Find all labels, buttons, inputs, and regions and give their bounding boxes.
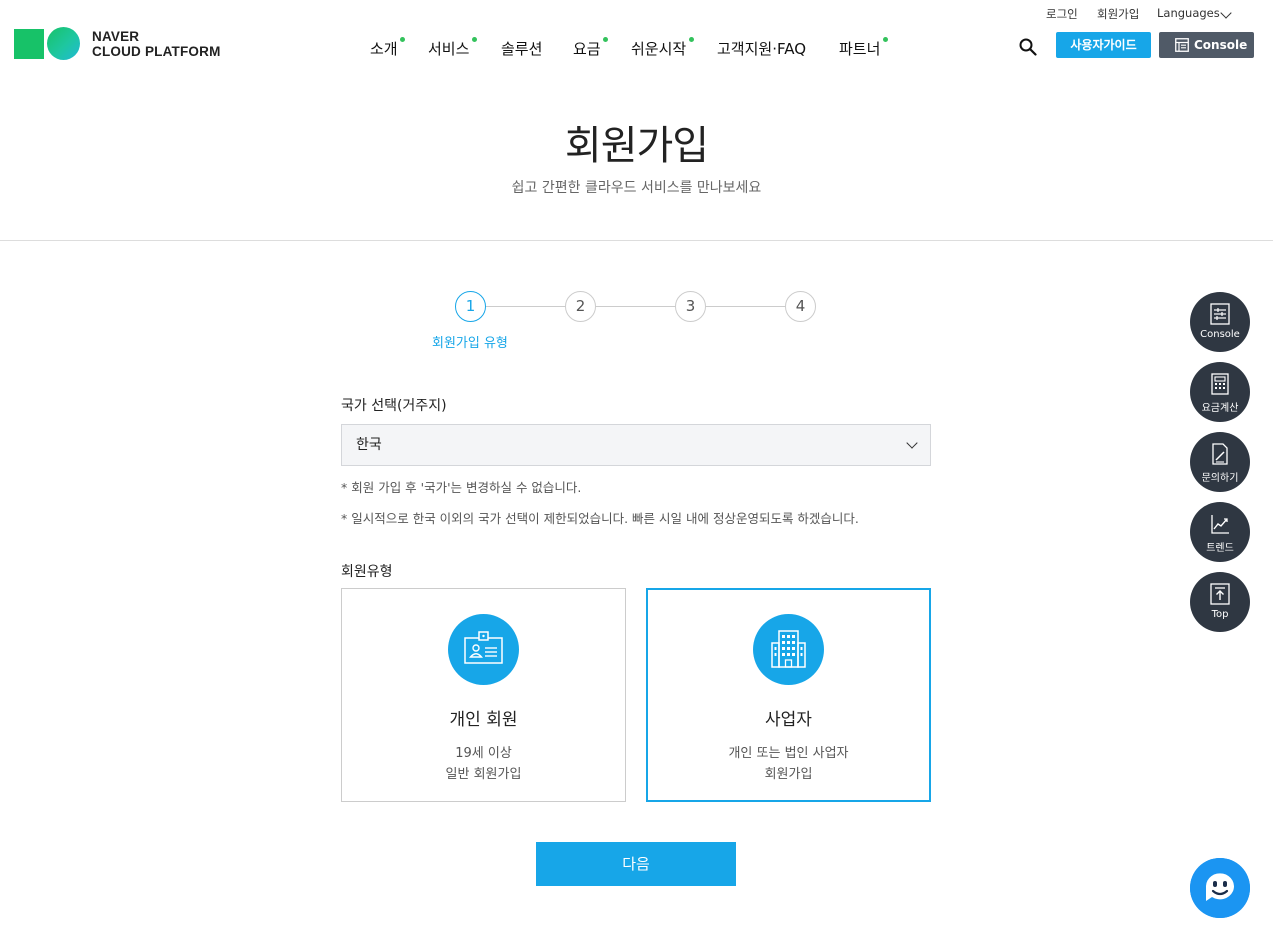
side-menu-label: 문의하기 (1201, 473, 1239, 484)
side-menu-label: Console (1200, 329, 1240, 340)
section-divider (0, 240, 1273, 241)
side-menu-trend[interactable]: 트렌드 (1190, 502, 1250, 562)
logo[interactable]: NAVER CLOUD PLATFORM (14, 27, 221, 60)
card-title: 개인 회원 (449, 710, 518, 730)
logo-text-line1: NAVER (92, 28, 140, 44)
nav-item-services[interactable]: 서비스 (428, 37, 477, 59)
next-button[interactable]: 다음 (536, 842, 736, 886)
step-connector (596, 306, 676, 307)
step-1: 1 (455, 291, 486, 322)
side-menu-inquiry[interactable]: 문의하기 (1190, 432, 1250, 492)
nav-item-support-faq[interactable]: 고객지원·FAQ (717, 38, 806, 59)
chevron-down-icon (906, 437, 918, 449)
step-connector (706, 306, 786, 307)
id-card-icon (448, 614, 519, 685)
nav-item-intro[interactable]: 소개 (370, 37, 405, 59)
languages-dropdown[interactable]: Languages (1157, 6, 1273, 20)
step-connector (486, 306, 566, 307)
card-description-line2: 회원가입 (764, 767, 813, 782)
calculator-icon (1211, 373, 1229, 395)
chatbot-button[interactable] (1190, 858, 1250, 918)
page-subtitle: 쉽고 간편한 클라우드 서비스를 만나보세요 (511, 180, 762, 196)
new-dot-indicator (472, 37, 477, 42)
new-dot-indicator (689, 37, 694, 42)
side-menu-pricing-calculator[interactable]: 요금계산 (1190, 362, 1250, 422)
side-menu-label: Top (1211, 609, 1229, 620)
country-notice-1: * 회원 가입 후 '국가'는 변경하실 수 없습니다. (341, 480, 582, 495)
search-icon[interactable] (1019, 38, 1037, 56)
side-menu-console[interactable]: Console (1190, 292, 1250, 352)
nav-item-solutions[interactable]: 솔루션 (501, 38, 542, 59)
trend-chart-icon (1211, 515, 1229, 534)
country-notice-2: * 일시적으로 한국 이외의 국가 선택이 제한되었습니다. 빠른 시일 내에 … (341, 511, 859, 526)
side-menu-label: 요금계산 (1201, 403, 1239, 414)
nav-item-partners[interactable]: 파트너 (839, 37, 888, 59)
card-description: 19세 이상 일반 회원가입 (342, 743, 625, 785)
console-grid-icon (1175, 38, 1189, 52)
new-dot-indicator (603, 37, 608, 42)
country-label: 국가 선택(거주지) (341, 398, 447, 414)
side-menu-label: 트렌드 (1206, 543, 1234, 554)
member-type-label: 회원유형 (341, 564, 393, 580)
arrow-up-icon (1210, 583, 1230, 605)
page-title: 회원가입 (564, 123, 709, 169)
header: NAVER CLOUD PLATFORM 로그인 회원가입 Languages … (0, 0, 1273, 80)
country-select[interactable]: 한국 (341, 424, 931, 466)
step-3: 3 (675, 291, 706, 322)
card-title: 사업자 (765, 710, 812, 730)
chatbot-face-icon (1190, 858, 1250, 918)
step-2: 2 (565, 291, 596, 322)
new-dot-indicator (883, 37, 888, 42)
console-button-label: Console (1194, 38, 1248, 52)
card-description-line1: 개인 또는 법인 사업자 (728, 746, 849, 761)
member-type-card-business[interactable]: 사업자 개인 또는 법인 사업자 회원가입 (646, 588, 931, 802)
card-description: 개인 또는 법인 사업자 회원가입 (648, 743, 929, 785)
console-button[interactable]: Console (1159, 32, 1254, 58)
nav-item-pricing[interactable]: 요금 (573, 37, 608, 59)
card-description-line2: 일반 회원가입 (445, 767, 522, 782)
logo-circle-mark (47, 27, 80, 60)
step-4: 4 (785, 291, 816, 322)
card-description-line1: 19세 이상 (455, 746, 512, 761)
member-type-card-personal[interactable]: 개인 회원 19세 이상 일반 회원가입 (341, 588, 626, 802)
nav-item-getting-started[interactable]: 쉬운시작 (631, 37, 694, 59)
console-icon (1210, 303, 1230, 325)
logo-text-line2: CLOUD PLATFORM (92, 43, 221, 59)
logo-square-mark (14, 28, 44, 59)
side-menu-top[interactable]: Top (1190, 572, 1250, 632)
country-select-value: 한국 (356, 437, 382, 453)
logo-text: NAVER CLOUD PLATFORM (92, 29, 221, 59)
user-guide-button[interactable]: 사용자가이드 (1056, 32, 1151, 58)
building-icon (753, 614, 824, 685)
new-dot-indicator (400, 37, 405, 42)
inquiry-icon (1212, 443, 1228, 465)
active-step-label: 회원가입 유형 (432, 336, 508, 351)
